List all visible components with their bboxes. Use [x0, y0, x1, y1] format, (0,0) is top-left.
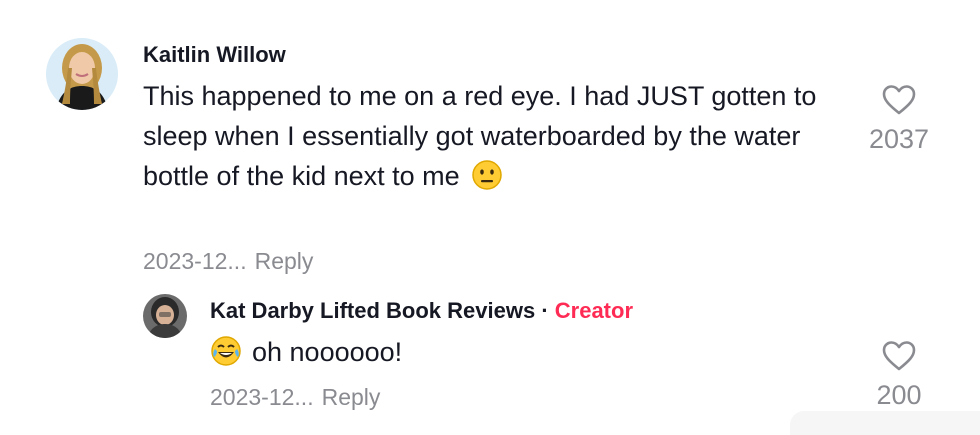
comment-meta: 2023-12... Reply: [143, 248, 313, 275]
reply-text: oh noooooo!: [210, 332, 810, 372]
reply-author[interactable]: Kat Darby Lifted Book Reviews: [210, 298, 535, 323]
comment-author[interactable]: Kaitlin Willow: [143, 42, 286, 68]
reply-text-body: oh noooooo!: [252, 337, 403, 367]
reply-author-line: Kat Darby Lifted Book Reviews · Creator: [210, 298, 633, 324]
heart-icon[interactable]: [858, 340, 940, 372]
comment-text: This happened to me on a red eye. I had …: [143, 76, 863, 196]
like-count: 200: [876, 380, 922, 410]
reply-date: 2023-12...: [210, 384, 314, 410]
reply-button[interactable]: Reply: [322, 384, 381, 410]
tears-of-joy-face-icon: [210, 335, 242, 367]
like-button[interactable]: 2037: [858, 84, 940, 155]
like-count: 2037: [868, 124, 930, 154]
neutral-face-icon: [471, 159, 503, 191]
author-separator: ·: [541, 298, 549, 323]
reply-button[interactable]: Reply: [255, 248, 314, 274]
comment-item: Kaitlin Willow This happened to me on a …: [0, 0, 980, 290]
comment-date: 2023-12...: [143, 248, 247, 274]
avatar[interactable]: [46, 38, 118, 110]
like-button[interactable]: 200: [858, 340, 940, 411]
heart-icon[interactable]: [858, 84, 940, 116]
creator-badge: Creator: [554, 298, 634, 323]
reply-meta: 2023-12... Reply: [210, 384, 380, 411]
bottom-panel-edge: [790, 411, 980, 435]
avatar[interactable]: [143, 294, 187, 338]
